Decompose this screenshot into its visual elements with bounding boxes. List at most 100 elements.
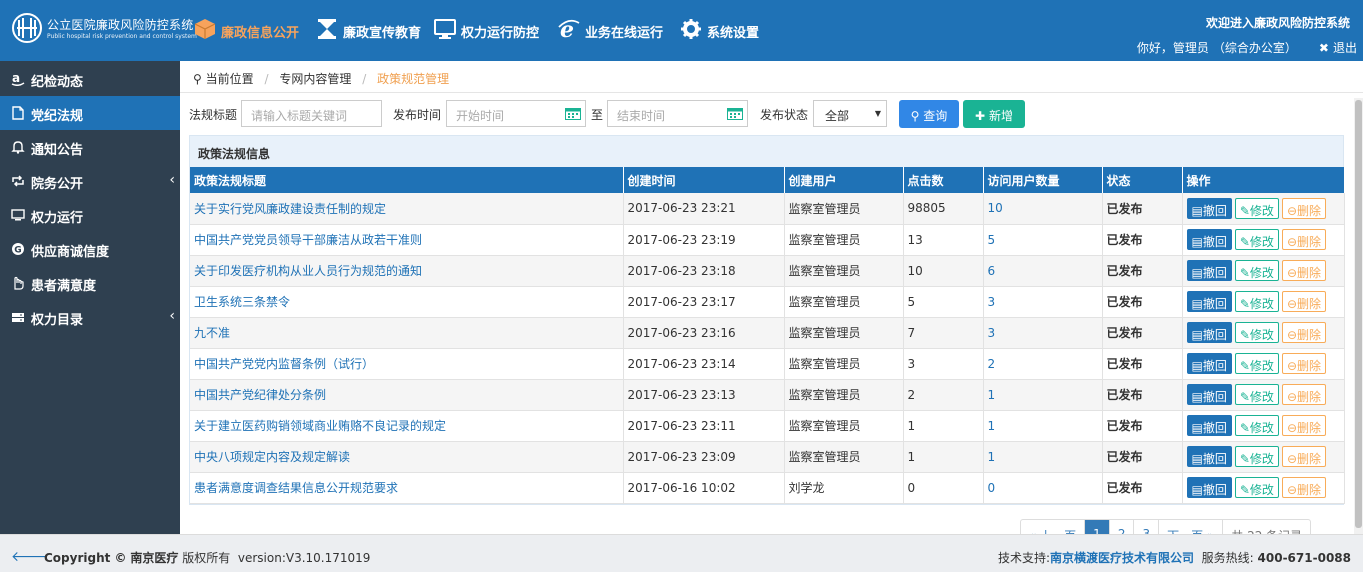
title-search-input[interactable]: 请输入标题关键词 [241,100,382,127]
policy-title-link[interactable]: 关于印发医疗机构从业人员行为规范的通知 [194,264,422,278]
sidebar-item-party-regulations[interactable]: 党纪法规 [0,96,180,130]
cell-created: 2017-06-23 23:21 [623,193,785,225]
doc-icon: ▤ [1191,203,1203,218]
edit-button[interactable]: ✎修改 [1234,415,1279,436]
policy-title-link[interactable]: 关于建立医药购销领域商业贿赂不良记录的规定 [194,419,446,433]
withdraw-button[interactable]: ▤撤回 [1186,477,1232,498]
arrow-left-icon[interactable]: 🡐 [11,548,49,565]
withdraw-label: 撤回 [1202,359,1227,373]
logo-title: 公立医院廉政风险防控系统 [47,18,194,32]
search-button[interactable]: ⚲ 查询 [899,100,959,128]
withdraw-button[interactable]: ▤撤回 [1186,229,1232,250]
withdraw-button[interactable]: ▤撤回 [1186,415,1232,436]
edit-label: 修改 [1249,390,1274,404]
policy-title-link[interactable]: 中国共产党党内监督条例（试行） [194,357,374,371]
calendar-icon[interactable] [565,108,581,120]
status-select[interactable]: 全部 ▼ [813,100,887,127]
calendar-icon[interactable] [727,108,743,120]
page-button-3[interactable]: 3 [1134,520,1160,534]
logout-button[interactable]: ✖ 退出 [1315,41,1357,55]
delete-label: 删除 [1297,266,1322,280]
start-date-input[interactable]: 开始时间 [446,100,586,127]
policy-title-link[interactable]: 中国共产党纪律处分条例 [194,388,326,402]
cell-status: 已发布 [1102,348,1183,380]
edit-button[interactable]: ✎修改 [1234,477,1279,498]
policy-title-link[interactable]: 患者满意度调查结果信息公开规范要求 [194,481,398,495]
sidebar-item-discipline-news[interactable]: a 纪检动态 [0,62,180,96]
withdraw-button[interactable]: ▤撤回 [1186,384,1232,405]
breadcrumb: ⚲ 当前位置 / 专网内容管理 / 政策规范管理 [180,61,1363,93]
sidebar-item-notices[interactable]: 通知公告 [0,130,180,164]
end-date-input[interactable]: 结束时间 [607,100,748,127]
sidebar-item-patient-satisfaction[interactable]: 患者满意度 [0,266,180,300]
delete-button[interactable]: ⊖删除 [1281,477,1327,498]
cell-visitors: 1 [983,379,1103,411]
next-page-button[interactable]: 下一页 » [1159,520,1224,534]
breadcrumb-home[interactable]: 当前位置 [206,72,254,86]
page-button-2[interactable]: 2 [1110,520,1135,534]
sidebar-item-hospital-affairs[interactable]: 院务公开 ‹ [0,164,180,198]
table-row: 中央八项规定内容及规定解读 2017-06-23 23:09 监察室管理员 1 1 已发布… [190,441,1345,473]
table-row: 关于实行党风廉政建设责任制的规定 2017-06-23 23:21 监察室管理员 98… [190,193,1345,225]
vertical-scrollbar[interactable] [1354,98,1363,534]
add-button[interactable]: ✚ 新增 [963,100,1025,128]
edit-button[interactable]: ✎修改 [1234,384,1279,405]
edit-button[interactable]: ✎修改 [1234,353,1279,374]
edit-button[interactable]: ✎修改 [1234,229,1279,250]
sidebar-item-power-catalog[interactable]: 权力目录 ‹ [0,300,180,334]
column-header: 访问用户数量 [983,167,1103,193]
end-date-placeholder: 结束时间 [617,109,666,123]
cell-created: 2017-06-23 23:17 [623,286,785,318]
policy-title-link[interactable]: 卫生系统三条禁令 [194,295,290,309]
pencil-icon: ✎ [1239,203,1250,218]
withdraw-button[interactable]: ▤撤回 [1186,291,1232,312]
policy-title-link[interactable]: 中央八项规定内容及规定解读 [194,450,350,464]
cell-created: 2017-06-23 23:09 [623,441,785,473]
table-row: 中国共产党纪律处分条例 2017-06-23 23:13 监察室管理员 2 1 已发布 ▤撤… [190,379,1345,411]
sidebar-item-label: 党纪法规 [31,109,84,124]
cell-created: 2017-06-16 10:02 [623,472,785,504]
status-filter-label: 发布状态 [760,108,809,122]
edit-button[interactable]: ✎修改 [1234,322,1279,343]
edit-button[interactable]: ✎修改 [1234,197,1279,219]
prev-page-button[interactable]: « 上一页 [1021,520,1086,534]
withdraw-button[interactable]: ▤撤回 [1186,260,1232,281]
delete-button[interactable]: ⊖删除 [1281,197,1327,219]
delete-button[interactable]: ⊖删除 [1281,229,1327,250]
cell-visitors: 3 [983,317,1103,349]
cell-clicks: 1 [903,410,984,442]
delete-button[interactable]: ⊖删除 [1281,415,1327,436]
doc-icon: ▤ [1191,328,1203,342]
delete-button[interactable]: ⊖删除 [1281,353,1327,374]
delete-button[interactable]: ⊖删除 [1281,446,1327,467]
user-info: 你好，管理员 （综合办公室） ✖ 退出 [1133,39,1357,56]
edit-label: 修改 [1249,235,1274,249]
withdraw-label: 撤回 [1202,390,1227,404]
filter-bar: 法规标题 请输入标题关键词 发布时间 开始时间 至 结束时间 发布状态 全部 ▼ [180,100,1363,130]
edit-button[interactable]: ✎修改 [1234,291,1279,312]
delete-button[interactable]: ⊖删除 [1281,384,1327,405]
minus-circle-icon: ⊖ [1286,297,1297,311]
edit-button[interactable]: ✎修改 [1234,260,1279,281]
policy-title-link[interactable]: 九不准 [194,326,230,340]
breadcrumb-parent[interactable]: 专网内容管理 [279,72,351,86]
sidebar-item-power-operation[interactable]: 权力运行 [0,198,180,232]
minus-circle-icon: ⊖ [1286,390,1297,404]
withdraw-button[interactable]: ▤撤回 [1186,446,1232,467]
column-header: 状态 [1102,167,1183,193]
withdraw-button[interactable]: ▤撤回 [1186,322,1232,343]
edit-button[interactable]: ✎修改 [1234,446,1279,467]
cell-visitors: 10 [983,193,1103,225]
cell-user: 监察室管理员 [784,410,904,442]
page-button-1[interactable]: 1 [1085,520,1110,534]
delete-button[interactable]: ⊖删除 [1281,260,1327,281]
sidebar-item-supplier-integrity[interactable]: G 供应商诚信度 [0,232,180,266]
policy-title-link[interactable]: 中国共产党党员领导干部廉洁从政若干准则 [194,233,422,247]
delete-button[interactable]: ⊖删除 [1281,291,1327,312]
withdraw-button[interactable]: ▤撤回 [1186,353,1232,374]
scrollbar-thumb[interactable] [1355,100,1362,528]
policy-title-link[interactable]: 关于实行党风廉政建设责任制的规定 [194,202,386,216]
cell-title: 关于实行党风廉政建设责任制的规定 [190,193,624,225]
withdraw-button[interactable]: ▤撤回 [1186,197,1232,219]
delete-button[interactable]: ⊖删除 [1281,322,1327,343]
